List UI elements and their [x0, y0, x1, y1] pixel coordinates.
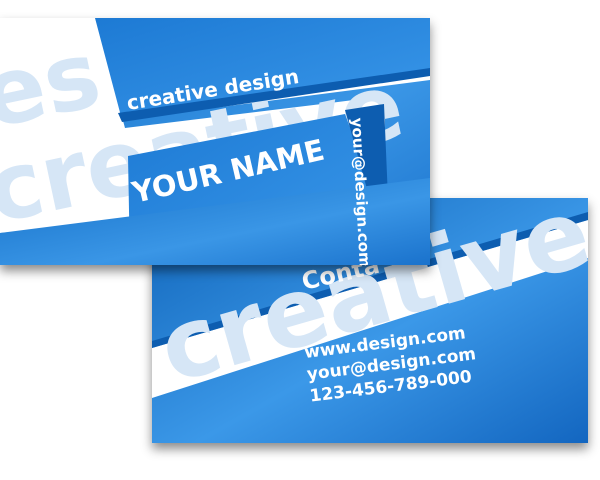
front-business-card: es creative creative design YOUR NAME yo…	[0, 18, 430, 265]
front-card-art: es creative creative design YOUR NAME yo…	[0, 18, 430, 265]
